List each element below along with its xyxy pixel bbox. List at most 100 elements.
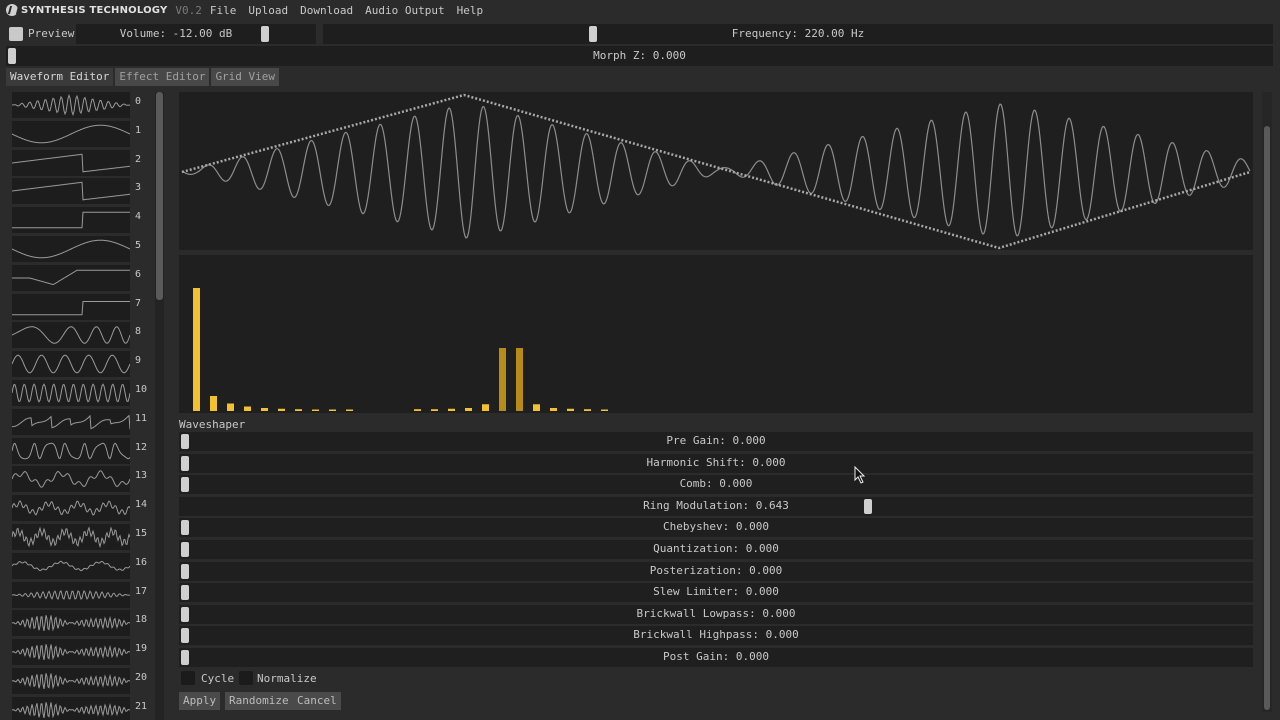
spectrum-bar — [533, 404, 540, 411]
effect-slider[interactable]: Brickwall Highpass: 0.000 — [179, 626, 1253, 646]
tab-waveform-editor[interactable]: Waveform Editor — [6, 68, 114, 86]
menu-download[interactable]: Download — [300, 4, 353, 17]
waveform-thumbnail[interactable] — [12, 581, 130, 608]
waveform-thumbnail[interactable] — [12, 437, 130, 464]
waveform-thumbnail[interactable] — [12, 351, 130, 378]
waveform-thumbnail[interactable] — [12, 149, 130, 176]
randomize-button[interactable]: Randomize — [225, 692, 293, 710]
volume-handle[interactable] — [260, 26, 269, 42]
morph-label: Morph Z: 0.000 — [593, 49, 686, 62]
effect-slider[interactable]: Comb: 0.000 — [179, 475, 1253, 495]
waveform-thumbnail[interactable] — [12, 92, 130, 118]
waveform-thumbnail[interactable] — [12, 408, 130, 435]
waveform-thumbnail[interactable] — [12, 495, 130, 522]
waveform-item[interactable]: 7 — [12, 293, 152, 320]
menu-audio-output[interactable]: Audio Output — [365, 4, 444, 17]
waveform-item[interactable]: 10 — [12, 380, 152, 406]
effect-slider[interactable]: Chebyshev: 0.000 — [179, 518, 1253, 538]
waveform-thumbnail[interactable] — [12, 207, 130, 234]
waveform-item[interactable]: 1 — [12, 120, 152, 147]
waveform-thumbnail[interactable] — [12, 120, 130, 147]
waveform-thumbnail[interactable] — [12, 293, 130, 320]
waveform-index: 13 — [135, 470, 148, 482]
effect-slider-handle[interactable] — [181, 650, 189, 665]
effect-slider[interactable]: Harmonic Shift: 0.000 — [179, 453, 1253, 473]
spectrum-bar — [210, 396, 217, 411]
waveform-thumbnail[interactable] — [12, 668, 130, 694]
effect-slider-handle[interactable] — [181, 455, 189, 471]
waveform-thumbnail[interactable] — [12, 639, 130, 666]
waveform-item[interactable]: 8 — [12, 322, 152, 349]
menu-help[interactable]: Help — [457, 4, 484, 17]
effect-slider-handle[interactable] — [181, 606, 189, 622]
waveform-index: 5 — [135, 240, 142, 251]
frequency-slider[interactable]: Frequency: 220.00 Hz — [323, 24, 1273, 44]
waveform-thumbnail[interactable] — [12, 524, 130, 550]
waveform-item[interactable]: 18 — [12, 610, 152, 637]
waveform-item[interactable]: 19 — [12, 639, 152, 666]
waveform-thumbnail[interactable] — [12, 264, 130, 291]
waveform-item[interactable]: 17 — [12, 581, 152, 608]
waveform-item[interactable]: 12 — [12, 437, 152, 464]
effect-label: Slew Limiter: 0.000 — [653, 585, 779, 599]
waveform-item[interactable]: 0 — [12, 92, 152, 118]
waveform-thumbnail[interactable] — [12, 178, 130, 205]
effect-slider-handle[interactable] — [181, 520, 189, 536]
waveform-list: 0 1 2 3 4 5 6 7 8 9 10 11 12 13 14 15 16 17 18 19 20 21 — [12, 92, 152, 720]
waveform-thumbnail[interactable] — [12, 322, 130, 349]
apply-button[interactable]: Apply — [179, 692, 221, 710]
tab-grid-view[interactable]: Grid View — [211, 68, 280, 86]
waveform-thumbnail[interactable] — [12, 696, 130, 720]
waveform-thumbnail[interactable] — [12, 466, 130, 493]
effect-slider[interactable]: Ring Modulation: 0.643 — [179, 496, 1253, 516]
effect-slider-handle[interactable] — [181, 585, 189, 601]
effect-slider[interactable]: Slew Limiter: 0.000 — [179, 583, 1253, 603]
waveform-item[interactable]: 16 — [12, 552, 152, 579]
effect-slider[interactable]: Posterization: 0.000 — [179, 561, 1253, 581]
volume-slider[interactable]: Volume: -12.00 dB — [76, 24, 316, 44]
waveform-item[interactable]: 21 — [12, 696, 152, 720]
effect-slider-handle[interactable] — [181, 477, 189, 493]
waveform-item[interactable]: 14 — [12, 495, 152, 522]
menu-file[interactable]: File — [210, 4, 237, 17]
frequency-handle[interactable] — [589, 26, 597, 42]
waveform-item[interactable]: 6 — [12, 264, 152, 291]
waveform-thumbnail[interactable] — [12, 610, 130, 637]
effect-slider[interactable]: Post Gain: 0.000 — [179, 648, 1253, 667]
tab-effect-editor[interactable]: Effect Editor — [115, 68, 210, 86]
waveform-index: 19 — [135, 643, 148, 655]
cycle-checkbox[interactable] — [181, 671, 195, 685]
waveform-thumbnail[interactable] — [12, 552, 130, 579]
waveform-item[interactable]: 11 — [12, 408, 152, 435]
effect-slider-handle[interactable] — [181, 434, 189, 449]
waveform-thumbnail[interactable] — [12, 380, 130, 406]
waveform-thumbnail[interactable] — [12, 236, 130, 262]
waveform-item[interactable]: 20 — [12, 668, 152, 694]
normalize-checkbox[interactable] — [239, 671, 253, 685]
effect-slider-handle[interactable] — [863, 498, 872, 514]
effect-slider-handle[interactable] — [181, 628, 189, 644]
effect-slider-handle[interactable] — [181, 563, 189, 579]
morph-handle[interactable] — [8, 48, 16, 64]
waveform-item[interactable]: 5 — [12, 236, 152, 262]
mouse-cursor-icon — [854, 466, 866, 484]
waveform-list-scrollbar[interactable] — [156, 92, 163, 300]
effect-slider[interactable]: Pre Gain: 0.000 — [179, 432, 1253, 451]
waveform-item[interactable]: 2 — [12, 149, 152, 176]
waveform-item[interactable]: 4 — [12, 207, 152, 234]
waveform-item[interactable]: 13 — [12, 466, 152, 493]
main-scrollbar[interactable] — [1264, 126, 1270, 710]
spectrum-bar — [516, 348, 523, 411]
waveform-item[interactable]: 15 — [12, 524, 152, 550]
waveform-item[interactable]: 3 — [12, 178, 152, 205]
morph-slider[interactable]: Morph Z: 0.000 — [6, 46, 1273, 66]
waveform-scope[interactable] — [179, 92, 1253, 250]
cancel-button[interactable]: Cancel — [293, 692, 341, 710]
waveform-item[interactable]: 9 — [12, 351, 152, 378]
effect-slider[interactable]: Brickwall Lowpass: 0.000 — [179, 604, 1253, 624]
effect-slider-handle[interactable] — [181, 542, 189, 557]
effect-slider[interactable]: Quantization: 0.000 — [179, 540, 1253, 559]
preview-checkbox[interactable] — [9, 27, 23, 41]
spectrum-view[interactable] — [179, 255, 1253, 413]
menu-upload[interactable]: Upload — [248, 4, 288, 17]
